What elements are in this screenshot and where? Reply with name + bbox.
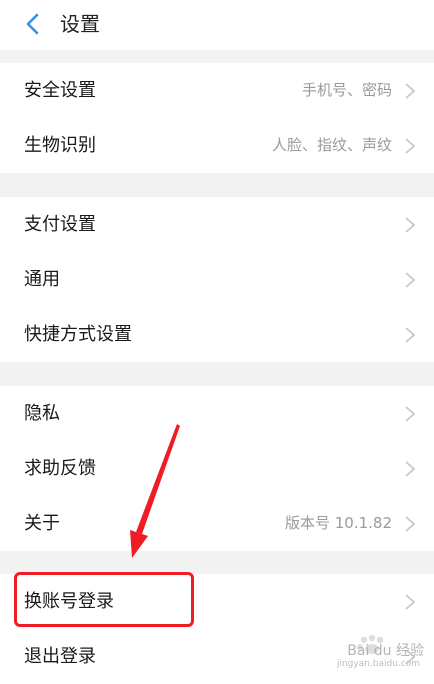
chevron-right-icon [405,272,416,288]
row-label: 生物识别 [24,135,96,156]
row-help-feedback[interactable]: 求助反馈 [0,441,434,496]
row-privacy[interactable]: 隐私 [0,386,434,441]
settings-group-about: 隐私 求助反馈 关于 版本号 10.1.82 [0,386,434,551]
chevron-right-icon [405,327,416,343]
row-label: 安全设置 [24,80,96,101]
row-value: 版本号 10.1.82 [284,514,392,532]
row-payment-settings[interactable]: 支付设置 [0,197,434,252]
chevron-right-icon [405,594,416,610]
settings-group-account: 安全设置 手机号、密码 生物识别 人脸、指纹、声纹 [0,63,434,173]
watermark-brand: Bai du 经验 [347,643,424,659]
nav-bar: 设置 [0,0,434,50]
row-about[interactable]: 关于 版本号 10.1.82 [0,496,434,551]
row-general[interactable]: 通用 [0,252,434,307]
chevron-right-icon [405,461,416,477]
row-label: 求助反馈 [24,458,96,479]
page-title: 设置 [60,12,100,36]
row-biometric[interactable]: 生物识别 人脸、指纹、声纹 [0,118,434,173]
row-label: 通用 [24,269,60,290]
annotation-highlight-box [14,572,194,627]
row-shortcut-settings[interactable]: 快捷方式设置 [0,307,434,362]
chevron-right-icon [405,83,416,99]
row-label: 支付设置 [24,214,96,235]
chevron-right-icon [405,406,416,422]
chevron-right-icon [405,138,416,154]
settings-group-general: 支付设置 通用 快捷方式设置 [0,197,434,362]
chevron-right-icon [405,516,416,532]
row-security-settings[interactable]: 安全设置 手机号、密码 [0,63,434,118]
row-label: 快捷方式设置 [24,324,132,345]
back-arrow-icon[interactable] [18,9,48,39]
row-label: 关于 [24,513,60,534]
chevron-right-icon [405,217,416,233]
row-value: 人脸、指纹、声纹 [271,136,392,154]
row-value: 手机号、密码 [301,81,392,99]
watermark-url: jingyan.baidu.com [336,659,420,669]
row-label: 退出登录 [24,646,96,667]
row-label: 隐私 [24,403,60,424]
